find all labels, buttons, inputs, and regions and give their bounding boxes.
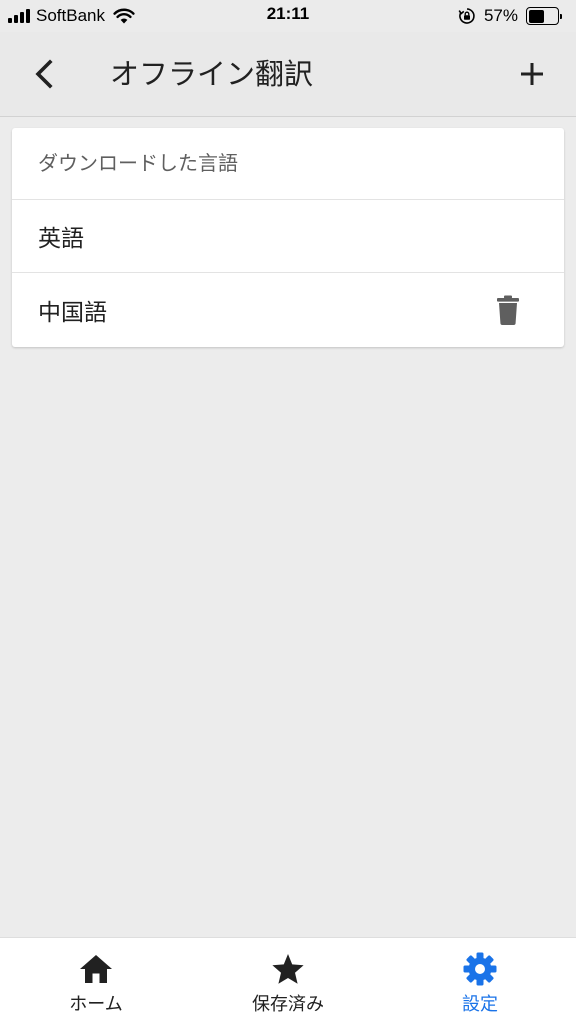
language-row-english[interactable]: 英語	[12, 200, 564, 273]
downloaded-languages-card: ダウンロードした言語 英語 中国語	[12, 128, 564, 347]
nav-settings[interactable]: 設定	[384, 938, 576, 1025]
cellular-signal-icon	[8, 9, 30, 23]
nav-saved[interactable]: 保存済み	[192, 938, 384, 1025]
trash-icon	[497, 295, 519, 325]
wifi-icon	[113, 8, 135, 24]
language-row-chinese[interactable]: 中国語	[12, 273, 564, 347]
language-name: 中国語	[38, 300, 107, 326]
star-icon	[272, 954, 304, 984]
back-button[interactable]	[22, 52, 66, 96]
carrier-name: SoftBank	[36, 6, 105, 25]
status-bar-right: 57%	[458, 4, 562, 28]
page-title: オフライン翻訳	[110, 57, 314, 91]
status-bar: SoftBank 21:11 57%	[0, 0, 576, 32]
battery-percent: 57%	[483, 6, 518, 25]
chevron-left-icon	[35, 59, 53, 89]
app-header: オフライン翻訳	[0, 32, 576, 117]
delete-language-button[interactable]	[492, 292, 524, 328]
home-icon	[80, 955, 112, 983]
bottom-navigation: ホーム 保存済み 設定	[0, 937, 576, 1025]
section-title: ダウンロードした言語	[12, 128, 564, 200]
nav-label: 設定	[462, 994, 498, 1015]
gear-icon	[463, 952, 497, 986]
battery-icon	[526, 7, 562, 25]
nav-home[interactable]: ホーム	[0, 938, 192, 1025]
status-bar-left: SoftBank	[8, 4, 135, 28]
plus-icon	[521, 63, 543, 85]
language-name: 英語	[38, 226, 84, 252]
nav-label: ホーム	[69, 994, 123, 1015]
add-language-button[interactable]	[510, 52, 554, 96]
rotation-lock-icon	[458, 8, 475, 24]
nav-label: 保存済み	[252, 994, 324, 1015]
battery-fill	[528, 9, 545, 23]
